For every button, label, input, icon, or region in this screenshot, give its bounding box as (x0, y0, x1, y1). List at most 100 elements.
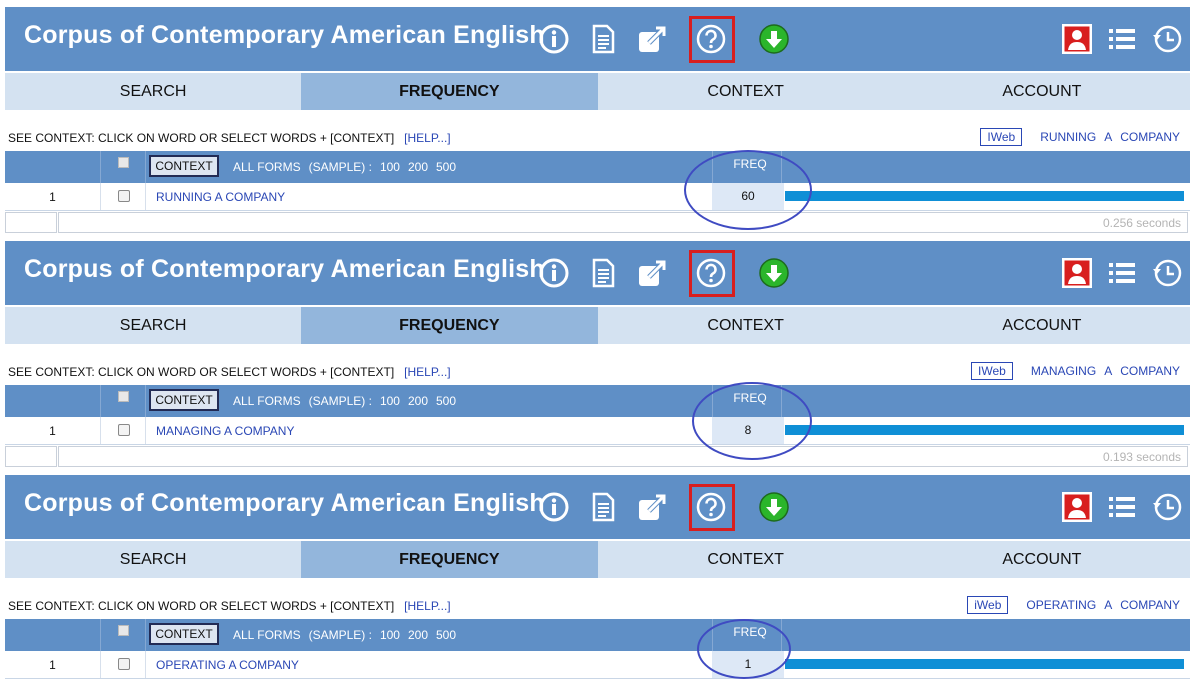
tab-context[interactable]: CONTEXT (598, 73, 894, 110)
query-word-link[interactable]: RUNNING (1040, 130, 1096, 144)
query-word-link[interactable]: OPERATING (1026, 598, 1096, 612)
see-context-bar: SEE CONTEXT: CLICK ON WORD OR SELECT WOR… (8, 362, 1188, 381)
results-table-header: CONTEXT ALL FORMS (SAMPLE) : 100 200 500 FRE… (5, 619, 1190, 651)
row-checkbox[interactable] (118, 424, 130, 436)
tab-frequency[interactable]: FREQUENCY (301, 307, 598, 344)
tab-account[interactable]: ACCOUNT (894, 73, 1190, 110)
sample-size-200[interactable]: 200 (408, 394, 428, 408)
iweb-button[interactable]: IWeb (971, 362, 1013, 380)
sample-size-100[interactable]: 100 (380, 628, 400, 642)
result-word-link[interactable]: OPERATING A COMPANY (156, 658, 299, 672)
footer-box (5, 212, 57, 233)
results-footer: 0.193 seconds (5, 446, 1190, 467)
info-icon[interactable] (538, 257, 570, 289)
query-word-link[interactable]: A (1104, 598, 1112, 612)
main-tabs: SEARCH FREQUENCY CONTEXT ACCOUNT (5, 307, 1190, 344)
freq-column-header[interactable]: FREQ (717, 157, 783, 171)
query-word-link[interactable]: A (1104, 130, 1112, 144)
sample-size-200[interactable]: 200 (408, 628, 428, 642)
external-link-icon[interactable] (636, 491, 668, 523)
history-icon[interactable] (1151, 257, 1183, 289)
iweb-button[interactable]: IWeb (980, 128, 1023, 146)
select-all-checkbox[interactable] (118, 157, 129, 168)
document-icon[interactable] (587, 257, 619, 289)
external-link-icon[interactable] (636, 257, 668, 289)
context-button[interactable]: CONTEXT (149, 623, 219, 645)
download-icon[interactable] (758, 23, 790, 55)
info-icon[interactable] (538, 23, 570, 55)
user-icon[interactable] (1061, 491, 1093, 523)
user-icon[interactable] (1061, 257, 1093, 289)
main-tabs: SEARCH FREQUENCY CONTEXT ACCOUNT (5, 73, 1190, 110)
help-highlight-box (689, 250, 735, 297)
tab-search[interactable]: SEARCH (5, 307, 301, 344)
select-all-checkbox[interactable] (118, 625, 129, 636)
forms-sample-options: ALL FORMS (SAMPLE) : 100 200 500 (233, 160, 464, 174)
sample-size-500[interactable]: 500 (436, 160, 456, 174)
site-header: Corpus of Contemporary American English (5, 475, 1190, 539)
tab-account[interactable]: ACCOUNT (894, 307, 1190, 344)
site-title[interactable]: Corpus of Contemporary American English (24, 489, 545, 518)
site-title[interactable]: Corpus of Contemporary American English (24, 21, 545, 50)
see-context-text: SEE CONTEXT: CLICK ON WORD OR SELECT WOR… (8, 365, 395, 379)
footer-box: 0.256 seconds (58, 212, 1188, 233)
select-all-checkbox[interactable] (118, 391, 129, 402)
freq-value: 8 (712, 417, 784, 444)
external-link-icon[interactable] (636, 23, 668, 55)
document-icon[interactable] (587, 23, 619, 55)
info-icon[interactable] (538, 491, 570, 523)
freq-value: 1 (712, 651, 784, 678)
iweb-button[interactable]: iWeb (967, 596, 1009, 614)
document-icon[interactable] (587, 491, 619, 523)
result-word-link[interactable]: MANAGING A COMPANY (156, 424, 294, 438)
list-icon[interactable] (1106, 491, 1138, 523)
freq-column-header[interactable]: FREQ (717, 625, 783, 639)
help-link[interactable]: [HELP...] (404, 599, 450, 613)
query-word-link[interactable]: MANAGING (1031, 364, 1096, 378)
history-icon[interactable] (1151, 23, 1183, 55)
tab-frequency[interactable]: FREQUENCY (301, 73, 598, 110)
user-icon[interactable] (1061, 23, 1093, 55)
sample-size-200[interactable]: 200 (408, 160, 428, 174)
table-row: 1 OPERATING A COMPANY 1 (5, 651, 1190, 679)
tab-context[interactable]: CONTEXT (598, 541, 894, 578)
freq-column-header[interactable]: FREQ (717, 391, 783, 405)
help-highlight-box (689, 16, 735, 63)
freq-value: 60 (712, 183, 784, 210)
freq-bar (785, 659, 1184, 669)
tab-context[interactable]: CONTEXT (598, 307, 894, 344)
site-title[interactable]: Corpus of Contemporary American English (24, 255, 545, 284)
context-button[interactable]: CONTEXT (149, 155, 219, 177)
row-checkbox[interactable] (118, 658, 130, 670)
all-forms-label: ALL FORMS (233, 628, 301, 642)
results-table-header: CONTEXT ALL FORMS (SAMPLE) : 100 200 500 FRE… (5, 151, 1190, 183)
help-link[interactable]: [HELP...] (404, 131, 450, 145)
row-checkbox[interactable] (118, 190, 130, 202)
tab-account[interactable]: ACCOUNT (894, 541, 1190, 578)
result-word-link[interactable]: RUNNING A COMPANY (156, 190, 285, 204)
list-icon[interactable] (1106, 257, 1138, 289)
site-header: Corpus of Contemporary American English (5, 7, 1190, 71)
history-icon[interactable] (1151, 491, 1183, 523)
context-button[interactable]: CONTEXT (149, 389, 219, 411)
tab-search[interactable]: SEARCH (5, 541, 301, 578)
download-icon[interactable] (758, 491, 790, 523)
help-link[interactable]: [HELP...] (404, 365, 450, 379)
list-icon[interactable] (1106, 23, 1138, 55)
main-tabs: SEARCH FREQUENCY CONTEXT ACCOUNT (5, 541, 1190, 578)
tab-frequency[interactable]: FREQUENCY (301, 541, 598, 578)
results-table-header: CONTEXT ALL FORMS (SAMPLE) : 100 200 500 FRE… (5, 385, 1190, 417)
sample-label: (SAMPLE) : (308, 394, 372, 408)
query-word-link[interactable]: A (1104, 364, 1112, 378)
query-links: IWeb MANAGING A COMPANY (971, 362, 1180, 380)
see-context-text: SEE CONTEXT: CLICK ON WORD OR SELECT WOR… (8, 599, 395, 613)
query-word-link[interactable]: COMPANY (1120, 364, 1180, 378)
query-word-link[interactable]: COMPANY (1120, 130, 1180, 144)
tab-search[interactable]: SEARCH (5, 73, 301, 110)
sample-size-500[interactable]: 500 (436, 628, 456, 642)
sample-size-100[interactable]: 100 (380, 394, 400, 408)
sample-size-500[interactable]: 500 (436, 394, 456, 408)
download-icon[interactable] (758, 257, 790, 289)
sample-size-100[interactable]: 100 (380, 160, 400, 174)
query-word-link[interactable]: COMPANY (1120, 598, 1180, 612)
